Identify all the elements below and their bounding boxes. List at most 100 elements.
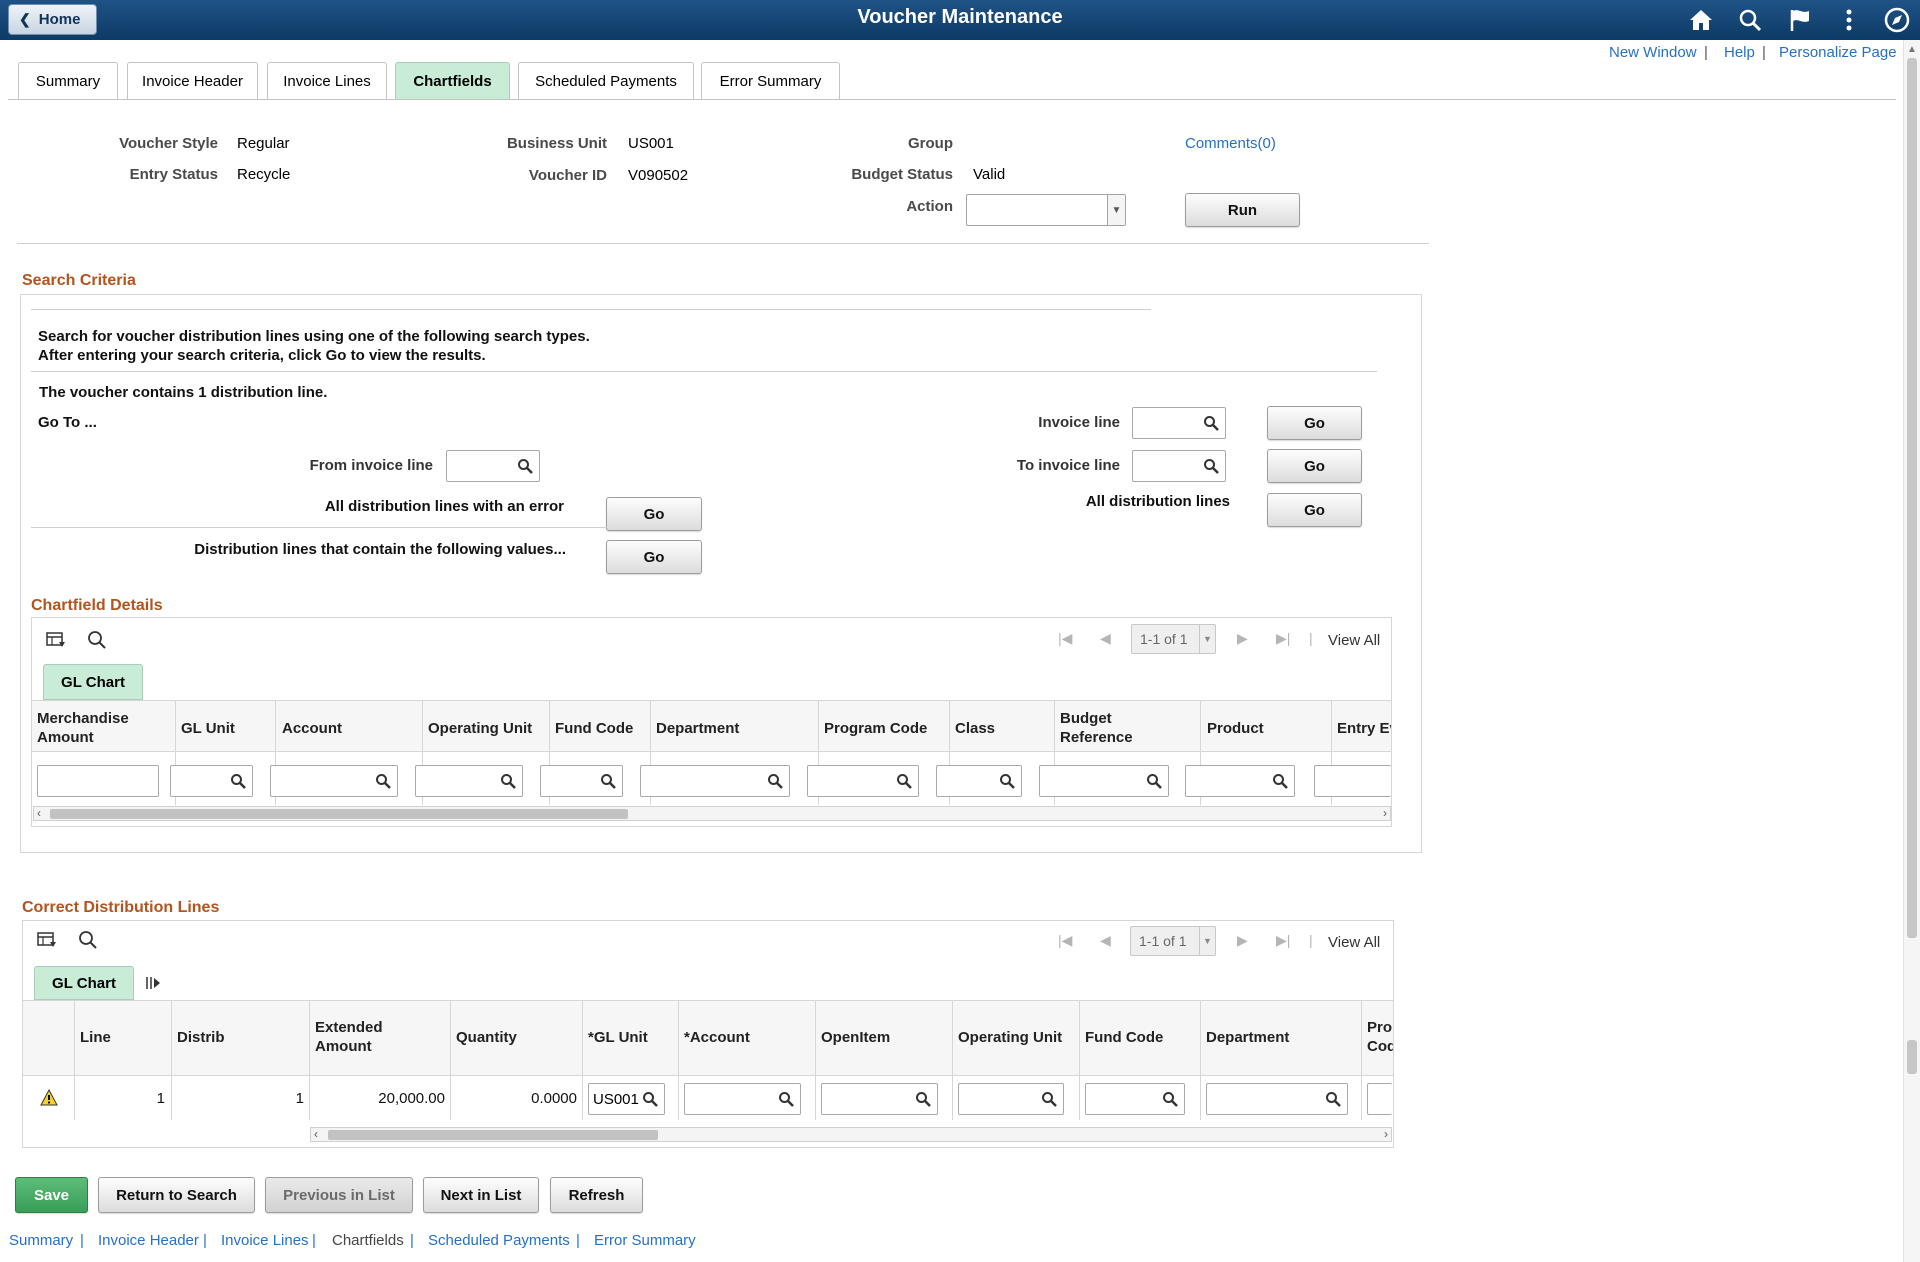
lookup-icon[interactable] (230, 773, 246, 789)
view-all-link[interactable]: View All (1328, 934, 1380, 951)
action-select[interactable]: ▼ (966, 194, 1126, 226)
lookup-icon[interactable] (600, 773, 616, 789)
scroll-right-icon[interactable]: › (1383, 806, 1387, 820)
lookup-icon[interactable] (642, 1091, 658, 1107)
lookup-icon[interactable] (1325, 1091, 1341, 1107)
personalize-grid-icon[interactable] (37, 930, 57, 950)
compass-icon[interactable] (1882, 6, 1912, 34)
more-vertical-icon[interactable] (1834, 6, 1864, 34)
department-input[interactable] (640, 765, 790, 797)
lookup-icon[interactable] (1162, 1091, 1178, 1107)
save-button[interactable]: Save (15, 1177, 88, 1213)
program-code-input[interactable] (807, 765, 919, 797)
refresh-button[interactable]: Refresh (550, 1177, 643, 1213)
search-icon[interactable] (1735, 6, 1765, 34)
help-link[interactable]: Help (1724, 44, 1755, 61)
go-range-button[interactable]: Go (1267, 449, 1362, 483)
first-page-icon[interactable]: |◀ (1058, 630, 1072, 647)
lookup-icon[interactable] (1272, 773, 1288, 789)
lookup-icon[interactable] (1146, 773, 1162, 789)
row-department-input[interactable] (1206, 1083, 1348, 1115)
previous-page-icon[interactable]: ◀ (1100, 932, 1111, 949)
gl-chart-tab[interactable]: GL Chart (34, 966, 134, 1000)
go-values-button[interactable]: Go (606, 540, 702, 574)
footer-link-error-summary[interactable]: Error Summary (594, 1232, 696, 1249)
last-page-icon[interactable]: ▶| (1276, 630, 1290, 647)
page-vscrollbar[interactable]: ▲ (1903, 40, 1920, 1262)
scroll-left-icon[interactable]: ‹ (37, 806, 41, 820)
gl-chart-tab[interactable]: GL Chart (43, 664, 143, 700)
lookup-icon[interactable] (1203, 415, 1219, 431)
row-gl-unit-input[interactable]: US001 (588, 1083, 665, 1115)
view-all-link[interactable]: View All (1328, 632, 1380, 649)
row-fund-code-input[interactable] (1085, 1083, 1185, 1115)
tab-summary[interactable]: Summary (18, 62, 118, 100)
run-button[interactable]: Run (1185, 193, 1300, 227)
tab-error-summary[interactable]: Error Summary (701, 62, 840, 100)
row-program-code-input[interactable] (1367, 1083, 1392, 1115)
row-account-input[interactable] (684, 1083, 801, 1115)
grid-pager[interactable]: 1-1 of 1 ▼ (1131, 624, 1216, 654)
scroll-thumb[interactable] (50, 809, 628, 819)
home-icon[interactable] (1686, 6, 1716, 34)
comments-link[interactable]: Comments(0) (1185, 135, 1276, 152)
class-input[interactable] (936, 765, 1022, 797)
row-operating-unit-input[interactable] (958, 1083, 1064, 1115)
footer-link-summary[interactable]: Summary (9, 1232, 73, 1249)
scroll-thumb-secondary[interactable] (1907, 1040, 1917, 1074)
lookup-icon[interactable] (915, 1091, 931, 1107)
lookup-icon[interactable] (500, 773, 516, 789)
home-button[interactable]: ❮ Home (8, 4, 97, 35)
from-invoice-line-input[interactable] (446, 450, 540, 482)
show-all-columns-icon[interactable] (145, 975, 161, 991)
lookup-icon[interactable] (517, 458, 533, 474)
product-input[interactable] (1185, 765, 1295, 797)
budget-reference-input[interactable] (1039, 765, 1169, 797)
lookup-icon[interactable] (375, 773, 391, 789)
merchandise-amount-input[interactable] (37, 765, 159, 797)
tab-scheduled-payments[interactable]: Scheduled Payments (518, 62, 694, 100)
invoice-line-input[interactable] (1132, 407, 1226, 439)
previous-in-list-button[interactable]: Previous in List (265, 1177, 413, 1213)
scroll-thumb[interactable] (328, 1130, 658, 1140)
tab-invoice-lines[interactable]: Invoice Lines (267, 62, 387, 100)
last-page-icon[interactable]: ▶| (1276, 932, 1290, 949)
find-icon[interactable] (87, 630, 107, 650)
personalize-page-link[interactable]: Personalize Page (1779, 44, 1897, 61)
scroll-thumb[interactable] (1907, 58, 1917, 938)
scroll-up-icon[interactable]: ▲ (1907, 44, 1917, 55)
flag-icon[interactable] (1785, 6, 1815, 34)
lookup-icon[interactable] (999, 773, 1015, 789)
grid-pager[interactable]: 1-1 of 1 ▼ (1130, 926, 1216, 956)
tab-chartfields[interactable]: Chartfields (395, 62, 510, 100)
correct-hscrollbar[interactable]: ‹ › (310, 1127, 1392, 1142)
to-invoice-line-input[interactable] (1132, 450, 1226, 482)
lookup-icon[interactable] (778, 1091, 794, 1107)
scroll-right-icon[interactable]: › (1384, 1127, 1388, 1141)
gl-unit-input[interactable] (170, 765, 253, 797)
entry-event-input[interactable] (1314, 765, 1391, 797)
go-error-lines-button[interactable]: Go (606, 497, 702, 531)
new-window-link[interactable]: New Window (1609, 44, 1697, 61)
footer-link-invoice-header[interactable]: Invoice Header (98, 1232, 199, 1249)
next-page-icon[interactable]: ▶ (1237, 630, 1248, 647)
fund-code-input[interactable] (540, 765, 623, 797)
row-openitem-input[interactable] (821, 1083, 938, 1115)
find-icon[interactable] (78, 930, 98, 950)
go-invoice-line-button[interactable]: Go (1267, 406, 1362, 440)
go-all-lines-button[interactable]: Go (1267, 493, 1362, 527)
chartfield-hscrollbar[interactable]: ‹ › (33, 806, 1391, 821)
scroll-left-icon[interactable]: ‹ (314, 1127, 318, 1141)
account-input[interactable] (270, 765, 398, 797)
tab-invoice-header[interactable]: Invoice Header (127, 62, 258, 100)
previous-page-icon[interactable]: ◀ (1100, 630, 1111, 647)
lookup-icon[interactable] (1041, 1091, 1057, 1107)
return-to-search-button[interactable]: Return to Search (98, 1177, 255, 1213)
lookup-icon[interactable] (767, 773, 783, 789)
next-page-icon[interactable]: ▶ (1237, 932, 1248, 949)
footer-link-invoice-lines[interactable]: Invoice Lines (221, 1232, 309, 1249)
lookup-icon[interactable] (1203, 458, 1219, 474)
operating-unit-input[interactable] (415, 765, 523, 797)
next-in-list-button[interactable]: Next in List (423, 1177, 539, 1213)
first-page-icon[interactable]: |◀ (1058, 932, 1072, 949)
